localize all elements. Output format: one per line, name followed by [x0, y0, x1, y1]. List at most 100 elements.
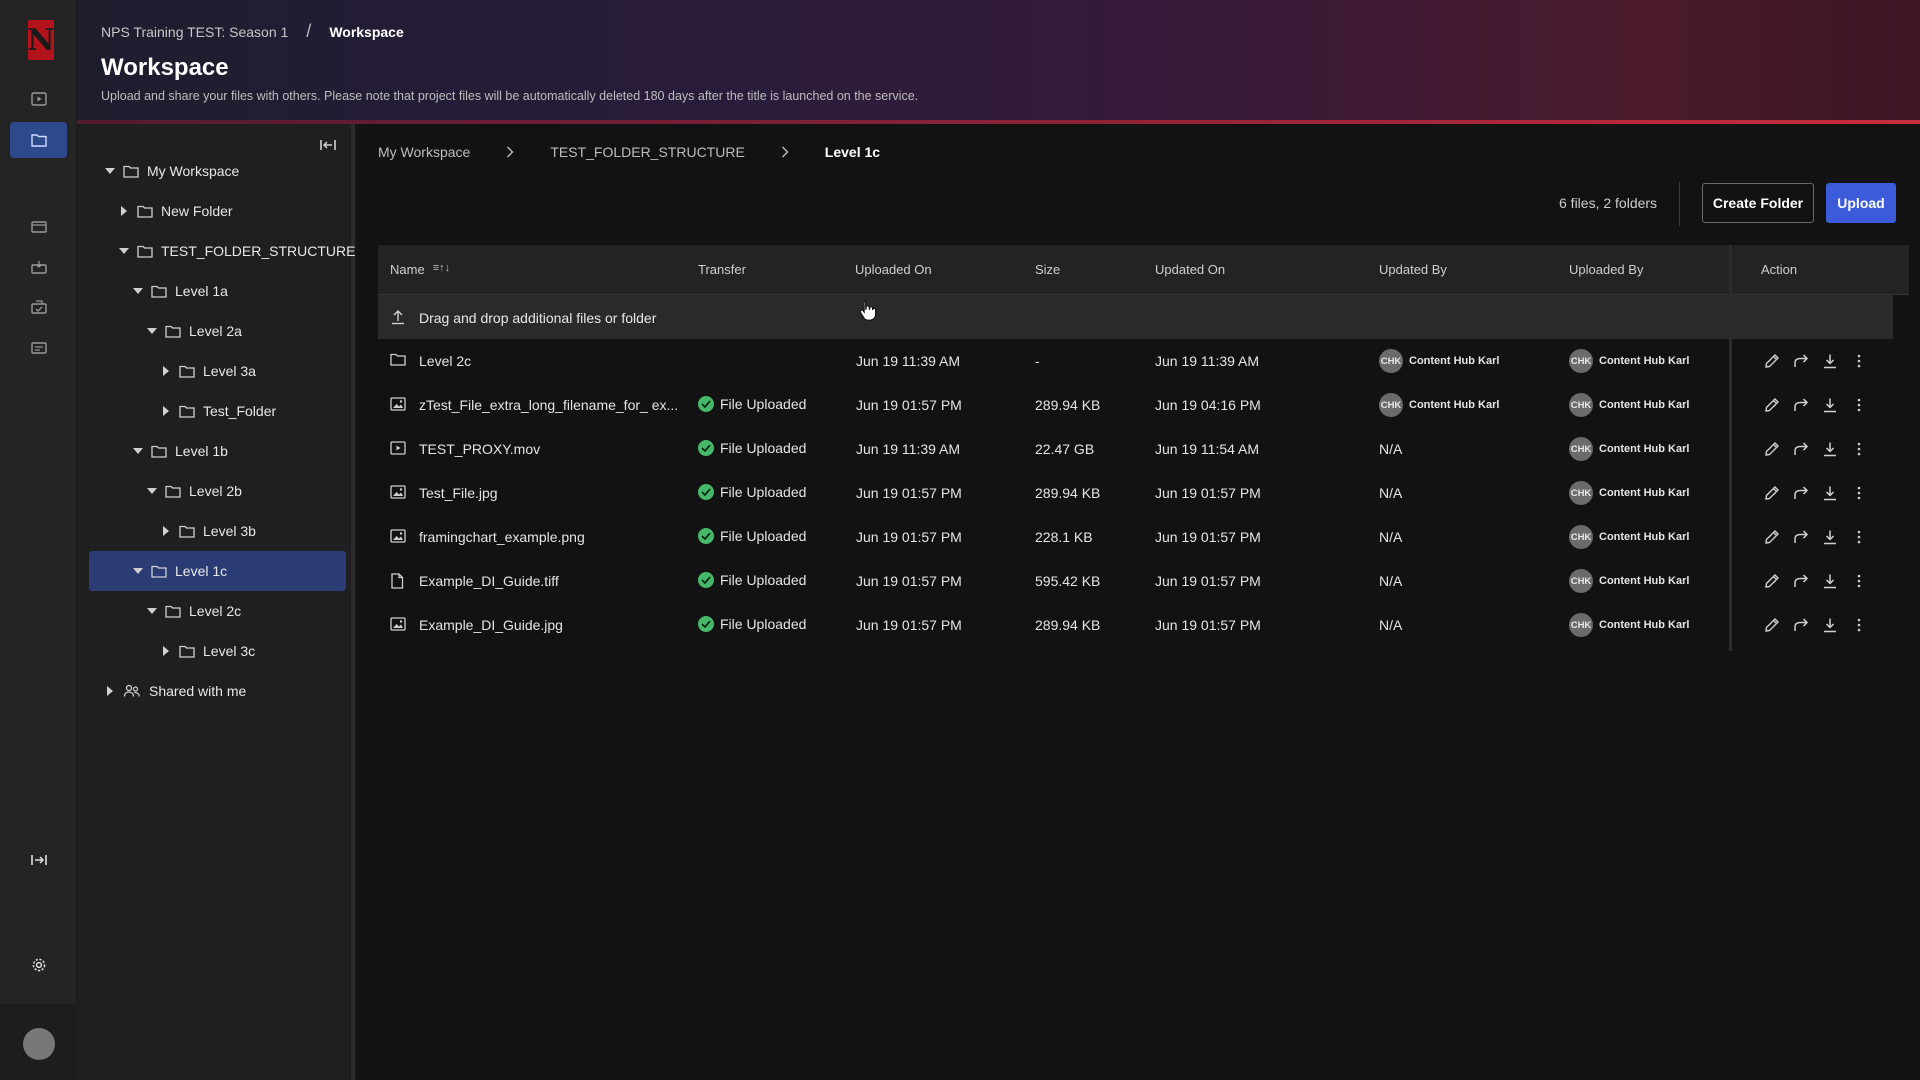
- more-icon[interactable]: [1850, 615, 1868, 635]
- breadcrumb-my-workspace[interactable]: My Workspace: [378, 144, 470, 160]
- more-icon[interactable]: [1850, 351, 1868, 371]
- table-row[interactable]: Example_DI_Guide.tiff File Uploaded Jun 19…: [378, 559, 1909, 603]
- share-icon[interactable]: [1792, 439, 1810, 459]
- tree-item[interactable]: Level 2a: [145, 311, 242, 351]
- more-icon[interactable]: [1850, 439, 1868, 459]
- file-name[interactable]: Test_File.jpg: [419, 485, 498, 501]
- more-icon[interactable]: [1850, 483, 1868, 503]
- caret-right-icon[interactable]: [159, 366, 173, 376]
- user-avatar[interactable]: [23, 1028, 55, 1060]
- column-size[interactable]: Size: [1035, 262, 1060, 277]
- caret-right-icon[interactable]: [103, 686, 117, 696]
- column-uploaded-on[interactable]: Uploaded On: [855, 262, 932, 277]
- column-updated-by[interactable]: Updated By: [1379, 262, 1447, 277]
- share-icon[interactable]: [1792, 395, 1810, 415]
- share-icon[interactable]: [1792, 527, 1810, 547]
- share-icon[interactable]: [1792, 483, 1810, 503]
- column-name[interactable]: Name ≡↑↓: [390, 262, 450, 277]
- column-uploaded-by[interactable]: Uploaded By: [1569, 262, 1643, 277]
- edit-icon[interactable]: [1763, 483, 1781, 503]
- workspace-icon[interactable]: [10, 122, 67, 158]
- caret-down-icon[interactable]: [131, 448, 145, 454]
- breadcrumb-test-folder-structure[interactable]: TEST_FOLDER_STRUCTURE: [550, 144, 744, 160]
- caret-right-icon[interactable]: [117, 206, 131, 216]
- transfer-status-label: File Uploaded: [720, 528, 807, 544]
- tree-item[interactable]: Shared with me: [103, 671, 246, 711]
- table-row[interactable]: Level 2c Jun 19 11:39 AM - Jun 19 11:39 AM C…: [378, 339, 1909, 383]
- breadcrumb-current: Workspace: [329, 23, 404, 40]
- deliveries-icon[interactable]: [10, 249, 67, 285]
- caret-down-icon[interactable]: [145, 488, 159, 494]
- file-name[interactable]: Example_DI_Guide.jpg: [419, 617, 563, 633]
- table-row[interactable]: TEST_PROXY.mov File Uploaded Jun 19 11:39 …: [378, 427, 1909, 471]
- tree-item[interactable]: Test_Folder: [159, 391, 276, 431]
- file-name[interactable]: Level 2c: [419, 353, 471, 369]
- tree-item[interactable]: Level 1b: [131, 431, 228, 471]
- sort-icon[interactable]: ≡↑↓: [433, 262, 450, 277]
- drag-drop-zone[interactable]: Drag and drop additional files or folder: [378, 295, 1893, 339]
- caret-right-icon[interactable]: [159, 646, 173, 656]
- download-icon[interactable]: [1821, 395, 1839, 415]
- file-name[interactable]: Example_DI_Guide.tiff: [419, 573, 559, 589]
- tree-item-label: My Workspace: [147, 163, 240, 179]
- download-icon[interactable]: [1821, 351, 1839, 371]
- edit-icon[interactable]: [1763, 439, 1781, 459]
- column-updated-on[interactable]: Updated On: [1155, 262, 1225, 277]
- tree-item[interactable]: Level 1c: [89, 551, 346, 591]
- create-folder-button[interactable]: Create Folder: [1702, 183, 1814, 223]
- column-transfer[interactable]: Transfer: [698, 262, 746, 277]
- table-row[interactable]: Example_DI_Guide.jpg File Uploaded Jun 19 …: [378, 603, 1909, 647]
- media-icon[interactable]: [10, 209, 67, 245]
- caret-down-icon[interactable]: [131, 568, 145, 574]
- schedule-icon[interactable]: [10, 329, 67, 365]
- share-icon[interactable]: [1792, 615, 1810, 635]
- download-icon[interactable]: [1821, 483, 1839, 503]
- file-name[interactable]: zTest_File_extra_long_filename_for_ ex..…: [419, 397, 678, 413]
- download-icon[interactable]: [1821, 615, 1839, 635]
- tree-item[interactable]: Level 1a: [131, 271, 228, 311]
- tree-item[interactable]: New Folder: [117, 191, 233, 231]
- collapse-panel-icon[interactable]: [319, 138, 337, 152]
- edit-icon[interactable]: [1763, 395, 1781, 415]
- netflix-logo[interactable]: N: [27, 20, 55, 60]
- table-row[interactable]: framingchart_example.png File Uploaded Jun…: [378, 515, 1909, 559]
- more-icon[interactable]: [1850, 527, 1868, 547]
- uploaded-by-user: CHK Content Hub Karl: [1569, 525, 1689, 549]
- tree-item[interactable]: Level 3a: [159, 351, 256, 391]
- edit-icon[interactable]: [1763, 615, 1781, 635]
- tree-item[interactable]: Level 2c: [145, 591, 241, 631]
- edit-icon[interactable]: [1763, 571, 1781, 591]
- caret-right-icon[interactable]: [159, 526, 173, 536]
- caret-down-icon[interactable]: [117, 248, 131, 254]
- table-row[interactable]: Test_File.jpg File Uploaded Jun 19 01:57 P…: [378, 471, 1909, 515]
- tree-item[interactable]: Level 2b: [145, 471, 242, 511]
- more-icon[interactable]: [1850, 395, 1868, 415]
- download-icon[interactable]: [1821, 527, 1839, 547]
- edit-icon[interactable]: [1763, 527, 1781, 547]
- reports-icon[interactable]: [10, 289, 67, 325]
- tree-item[interactable]: My Workspace: [103, 151, 239, 191]
- edit-icon[interactable]: [1763, 351, 1781, 371]
- table-row[interactable]: zTest_File_extra_long_filename_for_ ex..…: [378, 383, 1909, 427]
- caret-down-icon[interactable]: [131, 288, 145, 294]
- caret-right-icon[interactable]: [159, 406, 173, 416]
- expand-panel-icon[interactable]: [10, 842, 67, 878]
- caret-down-icon[interactable]: [145, 328, 159, 334]
- download-icon[interactable]: [1821, 571, 1839, 591]
- file-name[interactable]: TEST_PROXY.mov: [419, 441, 540, 457]
- more-icon[interactable]: [1850, 571, 1868, 591]
- share-icon[interactable]: [1792, 571, 1810, 591]
- project-breadcrumb: NPS Training TEST: Season 1 / Workspace: [101, 21, 404, 42]
- share-icon[interactable]: [1792, 351, 1810, 371]
- download-icon[interactable]: [1821, 439, 1839, 459]
- settings-gear-icon[interactable]: [10, 947, 67, 983]
- upload-button[interactable]: Upload: [1826, 183, 1896, 223]
- titles-icon[interactable]: [10, 81, 67, 117]
- file-name[interactable]: framingchart_example.png: [419, 529, 585, 545]
- tree-item[interactable]: Level 3b: [159, 511, 256, 551]
- tree-item[interactable]: Level 3c: [159, 631, 255, 671]
- caret-down-icon[interactable]: [103, 168, 117, 174]
- tree-item[interactable]: TEST_FOLDER_STRUCTURE: [117, 231, 355, 271]
- caret-down-icon[interactable]: [145, 608, 159, 614]
- breadcrumb-project-link[interactable]: NPS Training TEST: Season 1: [101, 24, 288, 40]
